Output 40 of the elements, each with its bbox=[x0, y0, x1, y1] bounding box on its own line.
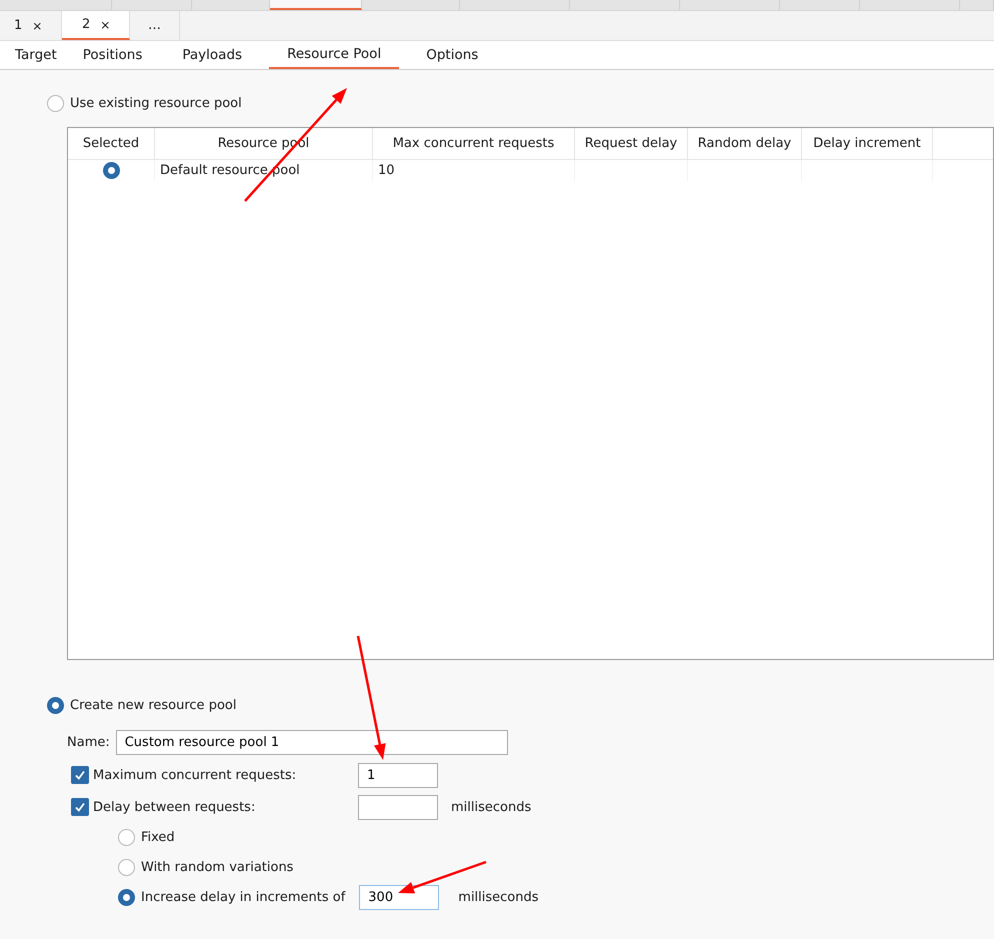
column-header[interactable]: Selected bbox=[68, 128, 155, 159]
checkbox[interactable] bbox=[71, 798, 89, 816]
config-tab[interactable]: Options bbox=[413, 41, 492, 69]
radio-label: With random variations bbox=[141, 860, 294, 874]
attack-tab[interactable]: … bbox=[130, 11, 180, 40]
radio-button[interactable] bbox=[118, 888, 135, 906]
table-cell: 10 bbox=[373, 160, 575, 181]
radio-label: Create new resource pool bbox=[70, 698, 236, 712]
radio-button[interactable] bbox=[47, 94, 64, 112]
column-header[interactable]: Max concurrent requests bbox=[373, 128, 575, 159]
config-tab[interactable]: Positions bbox=[70, 41, 156, 69]
name-field[interactable]: Custom resource pool 1 bbox=[116, 730, 508, 755]
column-header[interactable]: Random delay bbox=[688, 128, 802, 159]
close-icon[interactable]: × bbox=[32, 18, 42, 32]
field-label: Name: bbox=[67, 735, 110, 750]
radio-button[interactable] bbox=[102, 162, 120, 179]
number-field[interactable]: 300 bbox=[359, 884, 440, 910]
main-tab[interactable] bbox=[270, 0, 362, 10]
radio-label: Use existing resource pool bbox=[70, 96, 242, 110]
number-field[interactable]: 1 bbox=[358, 762, 438, 788]
check-icon bbox=[74, 801, 86, 813]
radio-button[interactable] bbox=[47, 696, 64, 714]
number-field[interactable] bbox=[358, 794, 438, 820]
close-icon[interactable]: × bbox=[100, 18, 110, 32]
config-tab[interactable]: Payloads bbox=[169, 41, 256, 69]
checkbox[interactable] bbox=[71, 766, 89, 784]
radio-label: Increase delay in increments of bbox=[141, 890, 346, 904]
check-icon bbox=[74, 769, 86, 781]
checkbox-label: Maximum concurrent requests: bbox=[93, 768, 298, 782]
column-header[interactable]: Request delay bbox=[575, 128, 688, 159]
config-tab[interactable]: Target bbox=[2, 41, 70, 69]
radio-button[interactable] bbox=[118, 858, 135, 876]
unit-label: milliseconds bbox=[458, 890, 539, 904]
column-header[interactable]: Delay increment bbox=[802, 128, 933, 159]
radio-label: Fixed bbox=[141, 830, 175, 844]
checkbox-label: Delay between requests: bbox=[93, 800, 256, 814]
unit-label: milliseconds bbox=[451, 800, 532, 814]
config-tab[interactable]: Resource Pool bbox=[269, 41, 400, 69]
attack-tab[interactable]: 2 × bbox=[62, 11, 130, 40]
radio-button[interactable] bbox=[118, 828, 135, 846]
